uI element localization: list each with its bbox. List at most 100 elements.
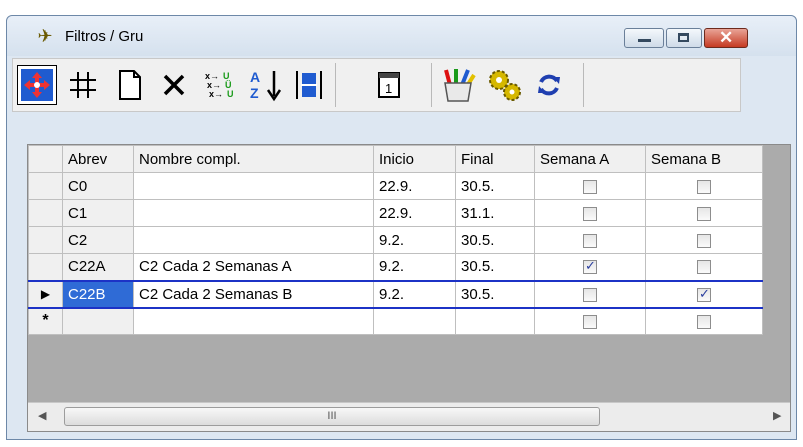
- cell-semana-b: [645, 307, 763, 335]
- cell-final[interactable]: 30.5.: [455, 279, 535, 309]
- semana-b-checkbox[interactable]: [697, 233, 711, 248]
- cell-nombre[interactable]: [133, 226, 374, 254]
- cell-abrev[interactable]: C1: [62, 199, 134, 227]
- grid-icon: [70, 72, 96, 98]
- cell-semana-a: [534, 199, 646, 227]
- column-header-inicio[interactable]: Inicio: [373, 145, 456, 173]
- column-header-final[interactable]: Final: [455, 145, 535, 173]
- table-row[interactable]: C0 22.9. 30.5.: [28, 172, 763, 200]
- cell-final[interactable]: 30.5.: [455, 253, 535, 281]
- color-pencils-icon: [444, 69, 476, 102]
- column-width-button[interactable]: [289, 65, 329, 105]
- app-icon: ✈: [37, 26, 53, 46]
- cell-final[interactable]: 30.5.: [455, 226, 535, 254]
- cell-semana-a: [534, 226, 646, 254]
- column-header-abrev[interactable]: Abrev: [62, 145, 134, 173]
- title-bar[interactable]: ✈ Filtros / Gru ✕: [7, 16, 796, 56]
- new-row[interactable]: *: [28, 307, 763, 335]
- svg-text:U: U: [227, 89, 234, 99]
- cell-semana-a: [534, 253, 646, 281]
- close-icon: ✕: [719, 28, 734, 47]
- cell-abrev[interactable]: C0: [62, 172, 134, 200]
- refresh-icon: [538, 74, 560, 96]
- semana-a-checkbox[interactable]: [583, 314, 597, 329]
- maximize-button[interactable]: [666, 28, 702, 48]
- semana-b-checkbox[interactable]: [697, 286, 711, 302]
- semana-a-checkbox[interactable]: [583, 179, 597, 194]
- semana-a-checkbox[interactable]: [583, 206, 597, 221]
- table-row[interactable]: C1 22.9. 31.1.: [28, 199, 763, 227]
- cell-nombre[interactable]: C2 Cada 2 Semanas A: [133, 253, 374, 281]
- cell-abrev[interactable]: C2: [62, 226, 134, 254]
- delete-button[interactable]: [154, 65, 194, 105]
- cell-semana-a: [534, 172, 646, 200]
- replace-button[interactable]: x→ U x→ Ü x→ U: [199, 65, 239, 105]
- semana-a-checkbox[interactable]: [583, 287, 597, 302]
- horizontal-scrollbar[interactable]: ◀ III ▶: [28, 402, 790, 431]
- column-header-nombre[interactable]: Nombre compl.: [133, 145, 374, 173]
- semana-b-checkbox[interactable]: [697, 260, 711, 275]
- header-row: Abrev Nombre compl. Inicio Final Semana …: [28, 145, 763, 173]
- cell-inicio[interactable]: 9.2.: [373, 226, 456, 254]
- row-selector[interactable]: [28, 226, 63, 254]
- sort-button[interactable]: A Z: [245, 65, 285, 105]
- toolbar-separator: [431, 63, 432, 107]
- toolbar: x→ U x→ Ü x→ U A Z 1: [12, 58, 741, 112]
- close-button[interactable]: ✕: [704, 28, 748, 48]
- column-header-semana-a[interactable]: Semana A: [534, 145, 646, 173]
- semana-b-checkbox[interactable]: [697, 314, 711, 329]
- cell-semana-b: [645, 226, 763, 254]
- cell-inicio[interactable]: 22.9.: [373, 199, 456, 227]
- row-selector[interactable]: [28, 253, 63, 281]
- color-button[interactable]: [439, 65, 479, 105]
- cell-nombre[interactable]: [133, 199, 374, 227]
- svg-text:Z: Z: [250, 85, 259, 101]
- row-selector[interactable]: [28, 172, 63, 200]
- delete-icon: [163, 74, 185, 96]
- scroll-right-icon[interactable]: ▶: [773, 409, 781, 422]
- cell-nombre[interactable]: [133, 172, 374, 200]
- semana-b-checkbox[interactable]: [697, 206, 711, 221]
- svg-text:A: A: [250, 69, 260, 85]
- cell-semana-a: [534, 279, 646, 309]
- cell-inicio[interactable]: 9.2.: [373, 279, 456, 309]
- cell-nombre[interactable]: C2 Cada 2 Semanas B: [133, 279, 374, 309]
- cell-final[interactable]: [455, 307, 535, 335]
- move-icon: [21, 69, 53, 101]
- cell-semana-b: [645, 172, 763, 200]
- cell-semana-b: [645, 279, 763, 309]
- svg-text:1: 1: [385, 81, 392, 96]
- table-row[interactable]: C22A C2 Cada 2 Semanas A 9.2. 30.5.: [28, 253, 763, 281]
- move-button[interactable]: [17, 65, 57, 105]
- column-header-semana-b[interactable]: Semana B: [645, 145, 763, 173]
- cell-abrev-selected[interactable]: C22B: [62, 279, 134, 309]
- table-row[interactable]: C2 9.2. 30.5.: [28, 226, 763, 254]
- row-selector[interactable]: [28, 199, 63, 227]
- semana-b-checkbox[interactable]: [697, 179, 711, 194]
- scroll-left-icon[interactable]: ◀: [38, 409, 46, 422]
- window-title: Filtros / Gru: [65, 28, 144, 45]
- data-grid: Abrev Nombre compl. Inicio Final Semana …: [27, 144, 791, 432]
- settings-gears-icon: [489, 70, 521, 101]
- cell-abrev[interactable]: [62, 307, 134, 335]
- grid-button[interactable]: [63, 65, 103, 105]
- scrollbar-thumb[interactable]: III: [64, 407, 600, 426]
- table-row-current[interactable]: ▶ C22B C2 Cada 2 Semanas B 9.2. 30.5.: [28, 279, 763, 309]
- cell-inicio[interactable]: 22.9.: [373, 172, 456, 200]
- cell-final[interactable]: 31.1.: [455, 199, 535, 227]
- cell-abrev[interactable]: C22A: [62, 253, 134, 281]
- cell-final[interactable]: 30.5.: [455, 172, 535, 200]
- minimize-button[interactable]: [624, 28, 664, 48]
- cell-inicio[interactable]: [373, 307, 456, 335]
- cell-inicio[interactable]: 9.2.: [373, 253, 456, 281]
- current-row-indicator-icon[interactable]: ▶: [28, 279, 63, 309]
- new-row-indicator-icon[interactable]: *: [28, 307, 63, 335]
- refresh-button[interactable]: [529, 65, 569, 105]
- calendar-button[interactable]: 1: [369, 65, 409, 105]
- semana-a-checkbox[interactable]: [583, 233, 597, 248]
- semana-a-checkbox[interactable]: [583, 258, 597, 275]
- settings-button[interactable]: [485, 65, 525, 105]
- window: ✈ Filtros / Gru ✕ x→ U x→ Ü x→ U A Z 1 A…: [6, 15, 797, 440]
- new-button[interactable]: [110, 65, 150, 105]
- cell-nombre[interactable]: [133, 307, 374, 335]
